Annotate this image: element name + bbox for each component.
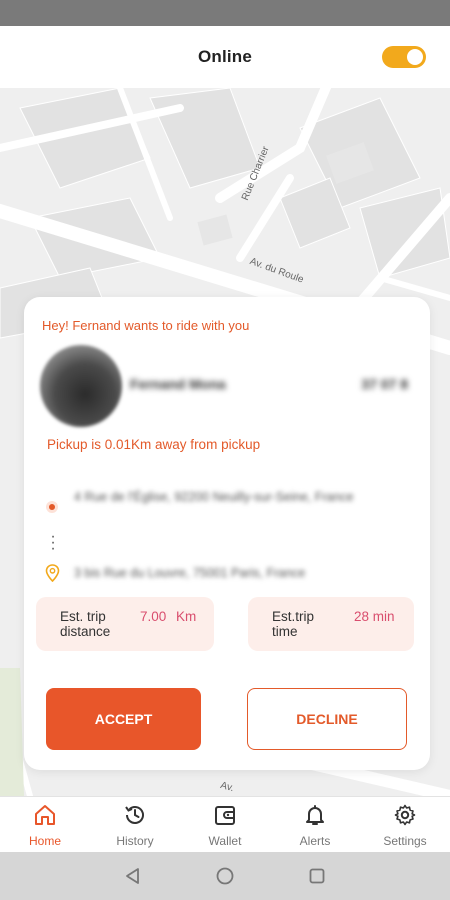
pickup-distance-note: Pickup is 0.01Km away from pickup: [47, 437, 261, 452]
status-bar: [0, 0, 450, 26]
request-title: Hey! Fernand wants to ride with you: [42, 318, 250, 333]
pickup-address: 4 Rue de l'Église, 92200 Neuilly-sur-Sei…: [74, 490, 354, 504]
back-icon[interactable]: [123, 866, 143, 886]
nav-item-history[interactable]: History: [90, 797, 180, 853]
accept-button[interactable]: ACCEPT: [46, 688, 201, 750]
nav-item-alerts[interactable]: Alerts: [270, 797, 360, 853]
route-dots-icon: · · ·: [50, 528, 56, 557]
distance-label: Est. trip distance: [60, 609, 111, 639]
nav-item-settings[interactable]: Settings: [360, 797, 450, 853]
online-toggle[interactable]: [382, 46, 426, 68]
distance-value: 7.00 Km: [140, 609, 197, 624]
ride-request-card: Hey! Fernand wants to ride with you Fern…: [24, 297, 430, 770]
wallet-icon: [215, 806, 235, 825]
nav-label: History: [116, 834, 154, 848]
time-value: 28 min: [354, 609, 395, 624]
trip-distance-box: Est. trip distance 7.00 Km: [36, 597, 214, 651]
home-circle-icon[interactable]: [215, 866, 235, 886]
nav-label: Wallet: [208, 834, 242, 848]
home-icon: [35, 805, 55, 825]
system-nav-bar: [0, 852, 450, 900]
nav-label: Home: [28, 834, 61, 848]
nav-label: Alerts: [299, 834, 331, 848]
trip-time-box: Est.trip time 28 min: [248, 597, 414, 651]
history-icon: [125, 806, 144, 824]
rider-avatar: [40, 345, 122, 427]
pickup-dot-icon: [46, 501, 58, 513]
bell-icon: [306, 805, 324, 825]
bottom-nav: Home History Wallet Alerts Settings: [0, 796, 450, 852]
drop-address: 3 bis Rue du Louvre, 75001 Paris, France: [74, 566, 306, 580]
gear-icon: [394, 804, 416, 826]
location-pin-icon: [45, 564, 60, 582]
recents-icon[interactable]: [307, 866, 327, 886]
time-label: Est.trip time: [272, 609, 315, 639]
app-header: Online: [0, 26, 450, 88]
page-title: Online: [197, 47, 253, 66]
rider-phone: 37 07 8: [361, 376, 408, 392]
rider-name: Fernand Mona: [130, 376, 226, 392]
toggle-knob: [407, 49, 423, 65]
decline-button[interactable]: DECLINE: [247, 688, 407, 750]
nav-item-wallet[interactable]: Wallet: [180, 797, 270, 853]
nav-label: Settings: [383, 834, 427, 848]
nav-item-home[interactable]: Home: [0, 797, 90, 853]
